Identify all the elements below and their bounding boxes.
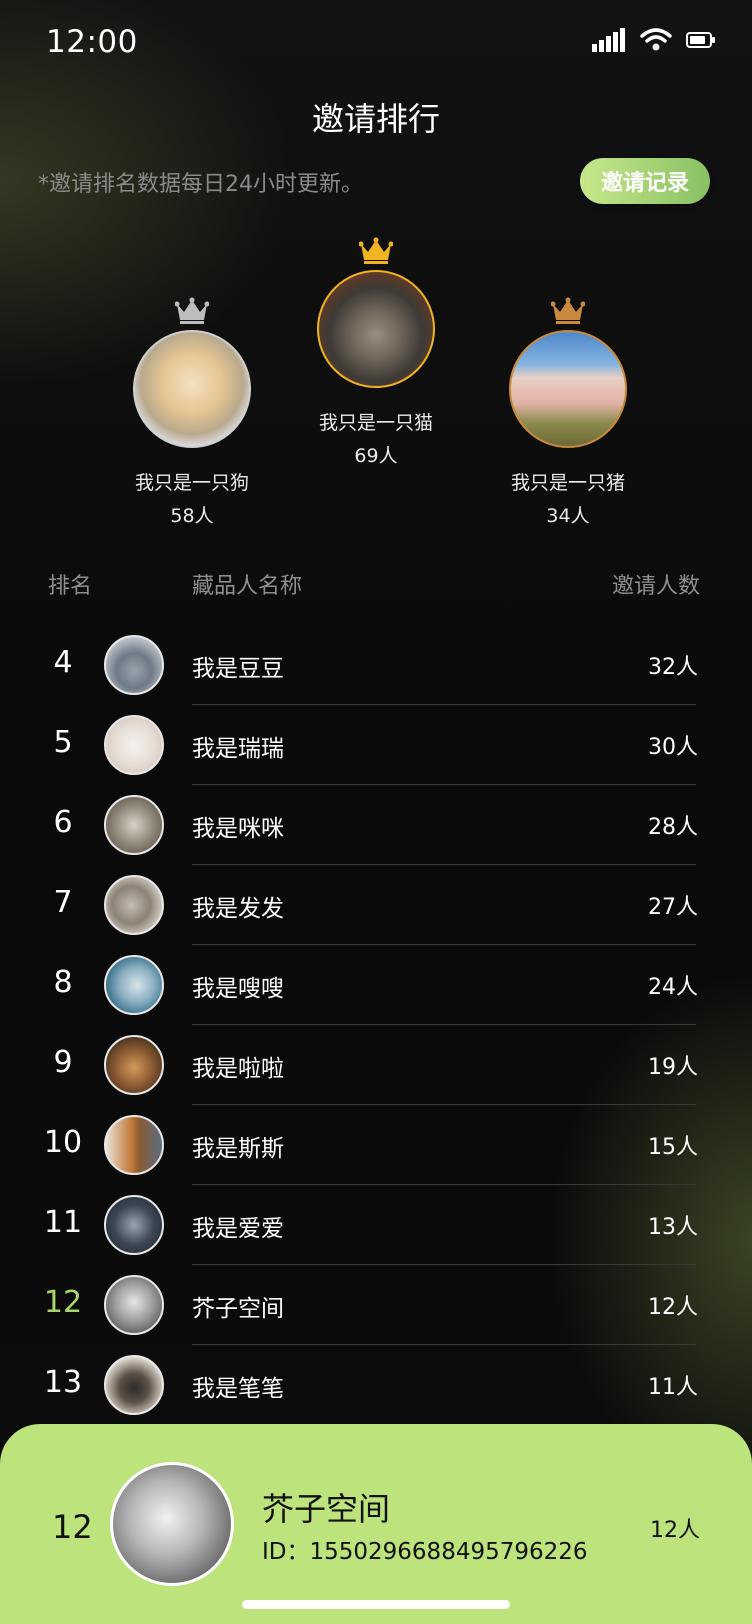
my-rank-card[interactable]: 12 芥子空间 ID：1550296688495796226 12人 [0, 1424, 752, 1624]
podium-avatar-cat [317, 270, 435, 388]
table-row[interactable]: 10 我是斯斯 15人 [0, 1105, 752, 1185]
table-row[interactable]: 11 我是爱爱 13人 [0, 1185, 752, 1265]
table-row[interactable]: 4 我是豆豆 32人 [0, 625, 752, 705]
my-id: ID：1550296688495796226 [262, 1539, 588, 1565]
signal-icon [592, 28, 625, 52]
row-count: 13人 [648, 1215, 698, 1240]
row-count: 27人 [648, 895, 698, 920]
row-name: 我是爱爱 [192, 1216, 284, 1242]
row-avatar [104, 715, 164, 775]
status-icons [592, 28, 716, 52]
row-count: 30人 [648, 735, 698, 760]
row-count: 28人 [648, 815, 698, 840]
row-count: 19人 [648, 1055, 698, 1080]
silver-crown-icon [175, 297, 209, 324]
my-avatar [110, 1462, 234, 1586]
row-rank: 9 [53, 1045, 73, 1080]
invite-record-button[interactable]: 邀请记录 [580, 158, 710, 204]
row-rank: 13 [43, 1365, 83, 1400]
row-name: 芥子空间 [192, 1296, 284, 1322]
podium-avatar-dog [133, 330, 251, 448]
podium-third[interactable]: 我只是一只猪 34人 [468, 296, 668, 528]
row-rank: 12 [43, 1285, 83, 1320]
gold-crown-icon [359, 237, 393, 264]
row-name: 我是嗖嗖 [192, 976, 284, 1002]
row-name: 我是笔笔 [192, 1376, 284, 1402]
row-count: 12人 [648, 1295, 698, 1320]
bronze-crown-icon [551, 297, 585, 324]
row-count: 32人 [648, 655, 698, 680]
podium-second[interactable]: 我只是一只狗 58人 [92, 296, 292, 528]
row-rank: 6 [53, 805, 73, 840]
table-row[interactable]: 6 我是咪咪 28人 [0, 785, 752, 865]
header-rank: 排名 [48, 574, 93, 599]
header-name: 藏品人名称 [192, 574, 303, 599]
table-row[interactable]: 7 我是发发 27人 [0, 865, 752, 945]
row-rank: 5 [53, 725, 73, 760]
table-row[interactable]: 8 我是嗖嗖 24人 [0, 945, 752, 1025]
podium-avatar-pig [509, 330, 627, 448]
update-note: *邀请排名数据每日24小时更新。 [38, 172, 363, 197]
header-count: 邀请人数 [611, 574, 700, 599]
row-avatar [104, 1355, 164, 1415]
status-time: 12:00 [46, 24, 138, 60]
table-row[interactable]: 5 我是瑞瑞 30人 [0, 705, 752, 785]
table-row[interactable]: 9 我是啦啦 19人 [0, 1025, 752, 1105]
row-count: 15人 [648, 1135, 698, 1160]
row-avatar [104, 1035, 164, 1095]
podium-name: 我只是一只猫 [318, 412, 433, 434]
table-row[interactable]: 12 芥子空间 12人 [0, 1265, 752, 1345]
podium-count: 69人 [354, 445, 398, 467]
table-row[interactable]: 13 我是笔笔 11人 [0, 1345, 752, 1425]
my-name: 芥子空间 [262, 1490, 391, 1528]
row-count: 11人 [648, 1375, 698, 1400]
row-rank: 10 [43, 1125, 83, 1160]
row-rank: 4 [53, 645, 73, 680]
podium-count: 34人 [546, 505, 590, 527]
podium-name: 我只是一只狗 [134, 472, 249, 494]
row-avatar [104, 635, 164, 695]
my-count: 12人 [650, 1518, 700, 1543]
podium-first[interactable]: 我只是一只猫 69人 [276, 236, 476, 468]
row-count: 24人 [648, 975, 698, 1000]
battery-icon [686, 32, 715, 48]
my-rank: 12 [52, 1508, 93, 1546]
row-name: 我是豆豆 [192, 656, 284, 682]
row-name: 我是咪咪 [192, 816, 284, 842]
row-rank: 8 [53, 965, 73, 1000]
page-title: 邀请排行 [311, 100, 440, 138]
row-name: 我是斯斯 [192, 1136, 284, 1162]
row-avatar [104, 875, 164, 935]
row-avatar [104, 1115, 164, 1175]
row-name: 我是发发 [192, 896, 284, 922]
row-avatar [104, 795, 164, 855]
podium-count: 58人 [170, 505, 214, 527]
row-name: 我是瑞瑞 [192, 736, 284, 762]
row-name: 我是啦啦 [192, 1056, 284, 1082]
row-avatar [104, 1275, 164, 1335]
wifi-icon [640, 28, 672, 51]
podium-name: 我只是一只猪 [510, 472, 625, 494]
row-avatar [104, 1195, 164, 1255]
row-rank: 7 [53, 885, 73, 920]
row-avatar [104, 955, 164, 1015]
row-rank: 11 [43, 1205, 83, 1240]
home-indicator[interactable] [242, 1600, 510, 1609]
